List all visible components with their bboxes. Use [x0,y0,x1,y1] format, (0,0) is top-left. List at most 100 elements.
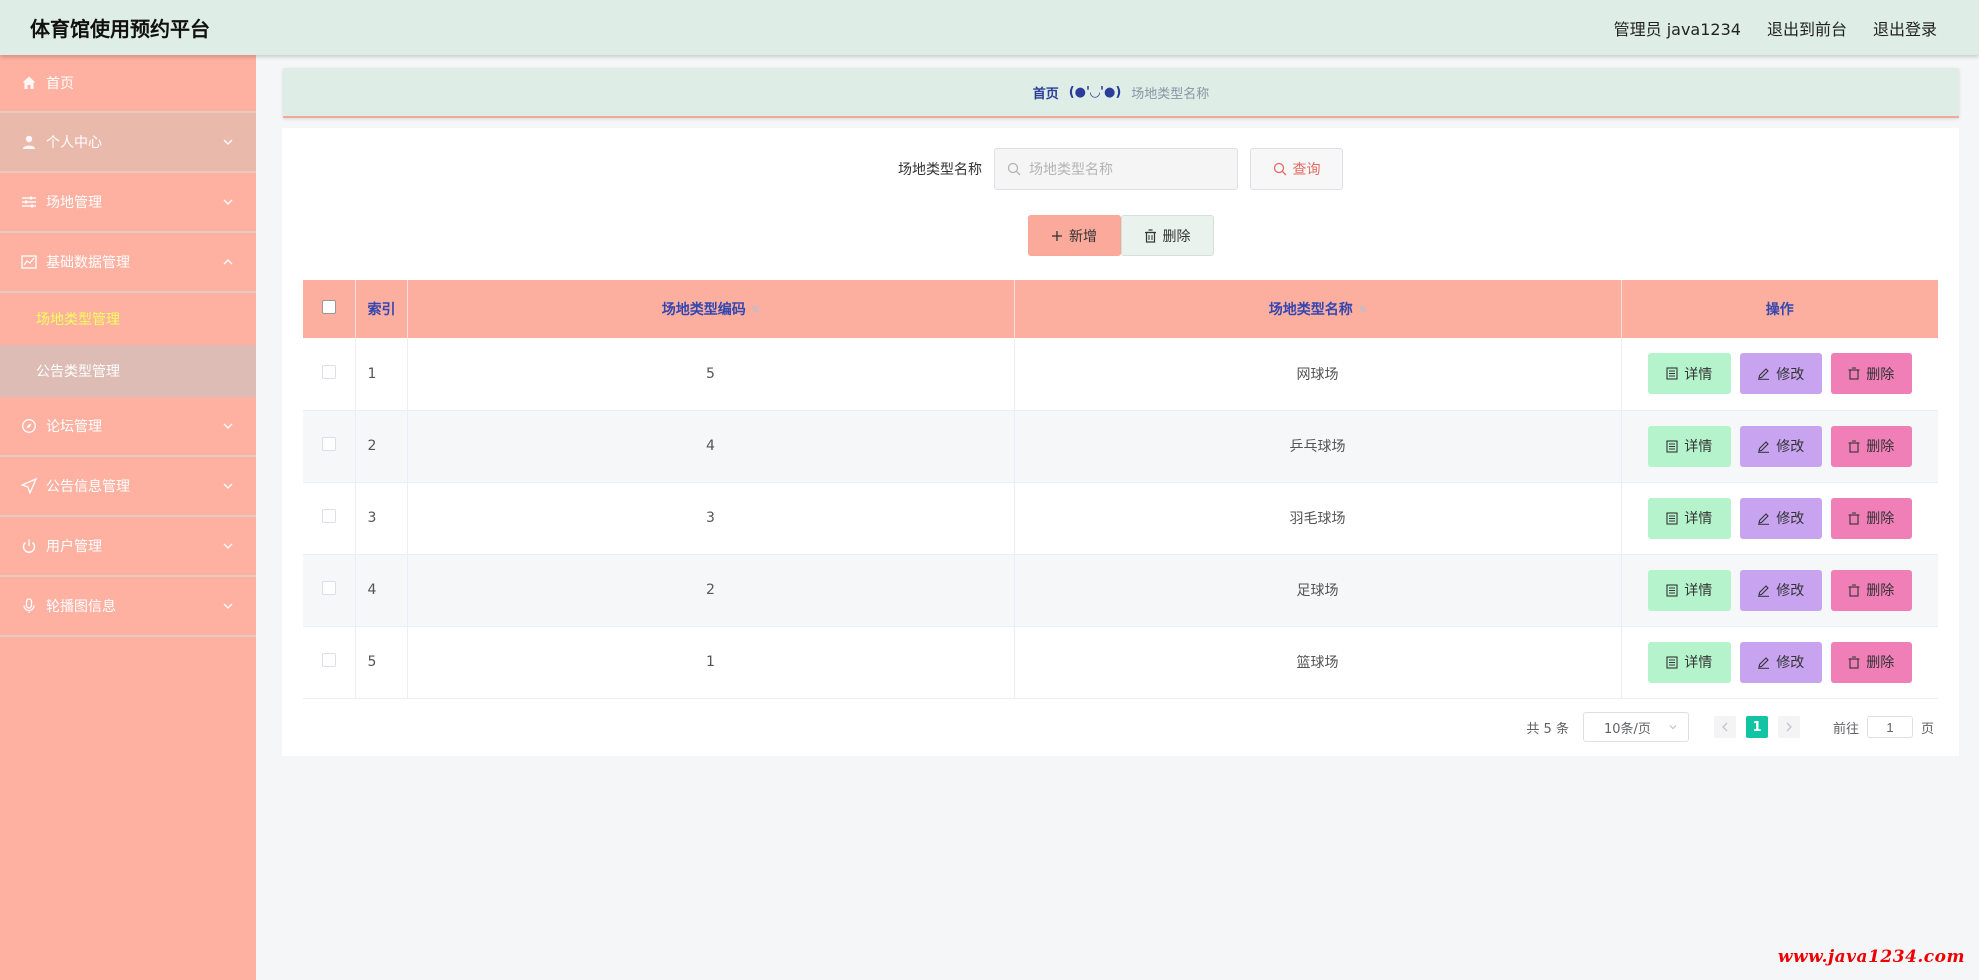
trash-icon [1144,228,1156,243]
admin-user-label: 管理员 java1234 [1613,19,1741,39]
delete-label: 删除 [1866,583,1895,599]
delete-button[interactable]: 删除 [1830,497,1912,539]
breadcrumb: 首页 (●'◡'●) 场地类型名称 [283,68,1959,118]
sliders-icon [20,193,38,211]
edit-label: 修改 [1776,366,1805,383]
detail-button[interactable]: 详情 [1647,641,1731,683]
edit-button[interactable]: 修改 [1739,569,1822,611]
sidebar-item-label: 基础数据管理 [46,255,130,271]
edit-label: 修改 [1776,511,1805,527]
breadcrumb-current: 场地类型名称 [1131,86,1210,102]
detail-button[interactable]: 详情 [1647,425,1731,467]
edit-button[interactable]: 修改 [1739,497,1822,539]
delete-button[interactable]: 删除 [1830,569,1912,611]
home-icon [20,74,38,92]
sidebar-item-label: 场地管理 [46,195,102,211]
row-checkbox[interactable] [321,437,336,451]
next-page-button[interactable] [1777,716,1800,738]
table-row: 2 4 乒乓球场 详情 修改 删除 [303,410,1938,482]
to-front-link[interactable]: 退出到前台 [1767,16,1847,40]
sidebar-item-venue[interactable]: 场地管理 [0,173,256,233]
data-table: 索引 场地类型编码 ⇅ 场地类型名称 ⇅ 操作 1 5 网球场 详情 修改 删除 [303,280,1938,699]
add-button-label: 新增 [1069,228,1097,245]
sidebar-subitem-label: 公告类型管理 [36,364,120,380]
chevron-down-icon [1669,725,1677,730]
delete-button[interactable]: 删除 [1830,641,1912,683]
edit-button[interactable]: 修改 [1739,641,1822,683]
detail-label: 详情 [1684,366,1713,383]
sidebar-subitem-venue-type[interactable]: 场地类型管理 [0,293,256,345]
delete-button[interactable]: 删除 [1830,425,1912,467]
row-select-cell [303,410,356,482]
sidebar-item-home[interactable]: 首页 [0,55,256,113]
power-icon [20,537,38,555]
sort-icon[interactable]: ⇅ [752,305,760,315]
sort-icon[interactable]: ⇅ [1359,305,1367,315]
prev-page-button[interactable] [1713,716,1736,738]
sidebar-item-carousel[interactable]: 轮播图信息 [0,577,256,637]
goto-page-input[interactable] [1866,716,1913,738]
compass-icon [20,417,38,435]
column-header-actions: 操作 [1765,302,1794,318]
sidebar-item-forum[interactable]: 论坛管理 [0,397,256,457]
page-number-current[interactable]: 1 [1745,716,1768,738]
batch-delete-button[interactable]: 删除 [1120,215,1214,256]
sidebar-item-users[interactable]: 用户管理 [0,517,256,577]
cell-code: 3 [407,482,1015,554]
goto-prefix: 前往 [1832,721,1859,737]
sidebar-item-base-data[interactable]: 基础数据管理 [0,233,256,293]
row-select-cell [303,626,356,698]
header-actions: 管理员 java1234 退出到前台 退出登录 [1614,16,1937,40]
row-checkbox[interactable] [321,581,336,595]
column-header-name[interactable]: 场地类型名称 ⇅ [1014,280,1622,338]
select-all-cell [303,280,356,338]
detail-button[interactable]: 详情 [1647,569,1731,611]
trash-icon [1848,584,1860,597]
select-all-checkbox[interactable] [321,300,336,314]
breadcrumb-home[interactable]: 首页 [1033,83,1059,102]
edit-button[interactable]: 修改 [1739,353,1822,395]
sidebar-item-notice[interactable]: 公告信息管理 [0,457,256,517]
column-header-code[interactable]: 场地类型编码 ⇅ [407,280,1015,338]
sidebar-item-label: 论坛管理 [46,419,102,435]
detail-button[interactable]: 详情 [1647,497,1731,539]
page-size-select[interactable]: 10条/页 [1582,712,1689,742]
sidebar-item-label: 轮播图信息 [46,599,116,615]
row-checkbox[interactable] [321,653,336,667]
cell-code: 2 [407,554,1015,626]
add-button[interactable]: 新增 [1027,215,1121,256]
detail-button[interactable]: 详情 [1647,353,1731,395]
edit-icon [1758,656,1770,669]
logout-link[interactable]: 退出登录 [1873,16,1937,40]
search-label: 场地类型名称 [898,162,982,178]
document-icon [1666,439,1678,453]
table-row: 5 1 篮球场 详情 修改 删除 [303,626,1938,698]
search-input[interactable]: 场地类型名称 [994,148,1238,190]
search-placeholder: 场地类型名称 [1029,162,1113,178]
cell-name: 网球场 [1014,338,1622,410]
cell-actions: 详情 修改 删除 [1621,410,1938,482]
query-button[interactable]: 查询 [1250,148,1343,190]
sidebar-item-personal-center[interactable]: 个人中心 [0,113,256,173]
action-bar: 新增 删除 [282,215,1959,256]
edit-icon [1758,368,1770,381]
mic-icon [20,597,38,615]
delete-button[interactable]: 删除 [1830,353,1912,395]
pagination-total: 共 5 条 [1526,721,1569,737]
goto-page: 前往 页 [1833,716,1934,738]
document-icon [1666,583,1678,597]
trash-icon [1848,512,1860,525]
top-header: 体育馆使用预约平台 管理员 java1234 退出到前台 退出登录 [0,0,1979,55]
sidebar-item-label: 个人中心 [46,135,102,151]
app-title: 体育馆使用预约平台 [30,17,210,41]
row-checkbox[interactable] [321,509,336,523]
edit-button[interactable]: 修改 [1739,425,1822,467]
row-checkbox[interactable] [321,364,336,379]
sidebar-subitem-notice-type[interactable]: 公告类型管理 [0,345,256,397]
cell-index: 2 [355,410,408,482]
chevron-down-icon [223,543,233,549]
cell-name: 乒乓球场 [1014,410,1622,482]
cell-code: 4 [407,410,1015,482]
edit-label: 修改 [1776,655,1805,671]
search-icon [1007,162,1021,176]
